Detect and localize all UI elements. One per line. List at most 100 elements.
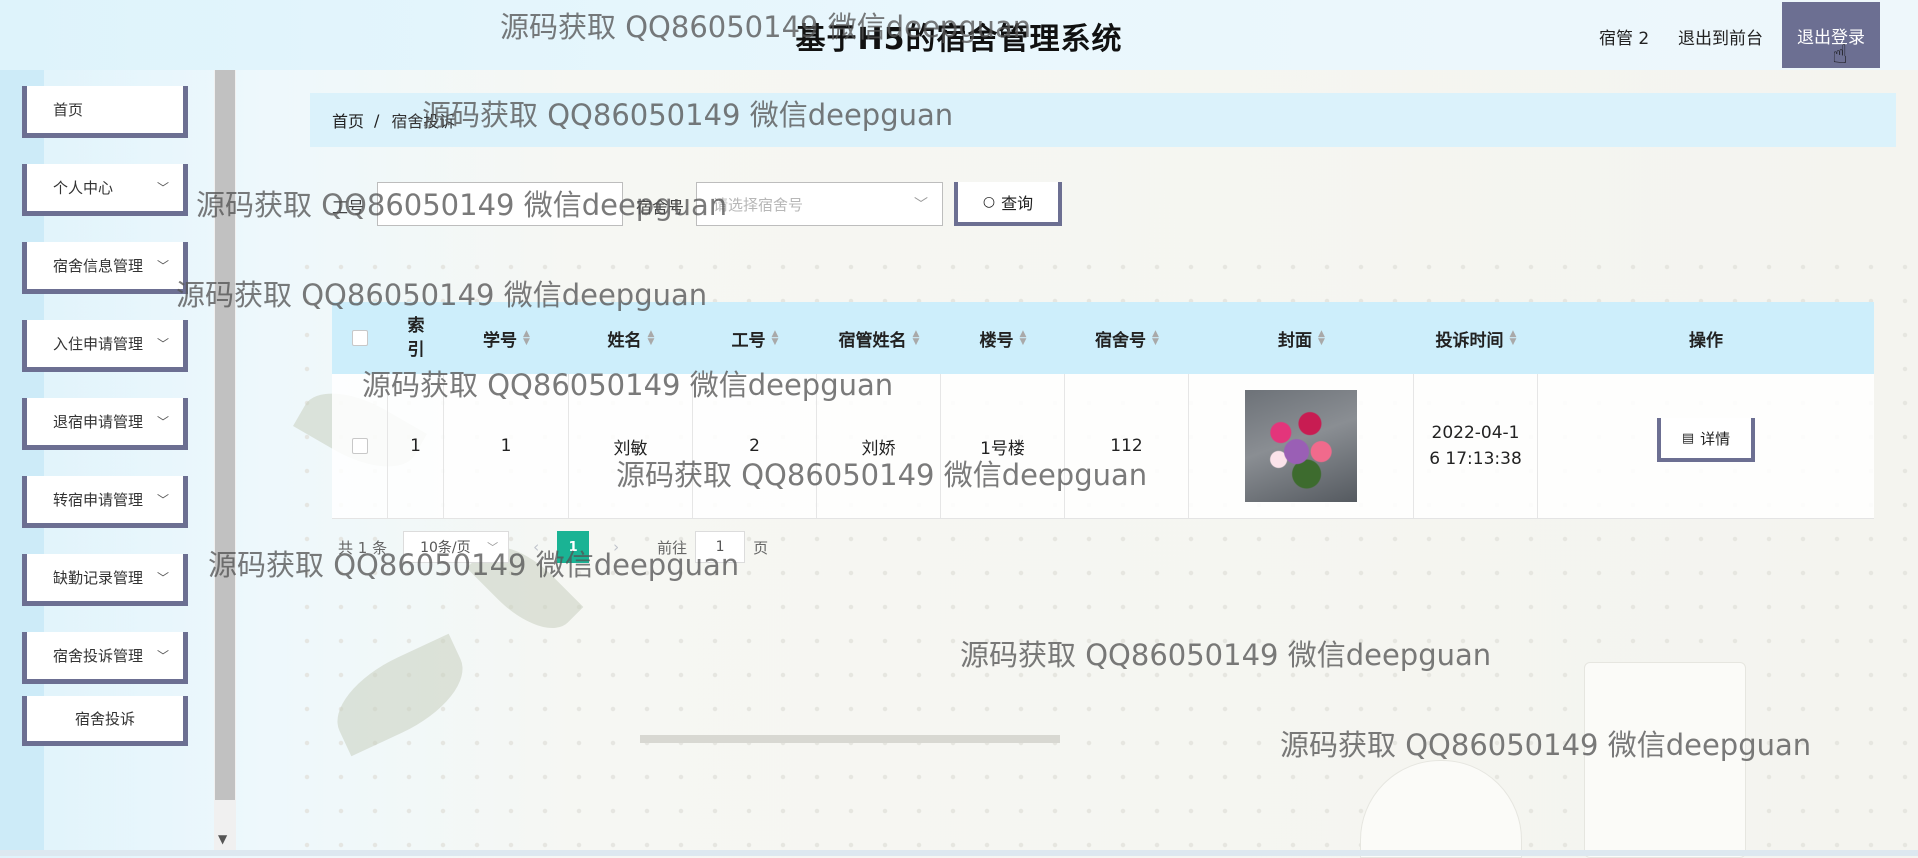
column-header-worker-no[interactable]: 工号 ▲ ▼: [693, 302, 817, 374]
column-header-action: 操作: [1538, 302, 1874, 374]
sort-icon[interactable]: ▲ ▼: [1510, 330, 1517, 347]
cover-image[interactable]: [1245, 390, 1357, 502]
cell-cover: [1189, 374, 1414, 518]
breadcrumb: 首页 / 宿舍投诉: [310, 93, 1896, 147]
cell-action: ▤ 详情: [1538, 374, 1874, 518]
cell-manager-name: 刘娇: [817, 374, 941, 518]
logout-button[interactable]: 退出登录: [1782, 2, 1880, 68]
cell-building: 1号楼: [941, 374, 1065, 518]
total-count: 共 1 条: [338, 538, 388, 557]
breadcrumb-current: 宿舍投诉: [391, 112, 456, 131]
next-page-icon[interactable]: ›: [601, 531, 631, 563]
complaint-table: 索引 学号 ▲ ▼ 姓名 ▲ ▼ 工号 ▲ ▼ 宿管姓名 ▲ ▼ 楼号 ▲ ▼ 宿舍号 ▲ ▼ 封面 ▲ ▼…: [332, 302, 1874, 519]
chevron-down-icon: ﹀: [156, 259, 169, 273]
sort-icon[interactable]: ▲ ▼: [913, 330, 920, 347]
hand-cursor-icon: ☝: [1832, 40, 1848, 70]
chevron-down-icon: ﹀: [156, 415, 169, 429]
background-bottle: [1584, 662, 1746, 858]
chevron-down-icon: ﹀: [156, 493, 169, 507]
column-header-label: 操作: [1689, 330, 1723, 351]
sidebar-item-label: 缺勤记录管理: [53, 569, 144, 587]
column-header-label: 索引: [407, 316, 425, 360]
sidebar: 首页 个人中心 ﹀ 宿舍信息管理 ﹀ 入住申请管理 ﹀ 退宿申请管理 ﹀ 转宿申…: [0, 70, 240, 856]
table-header: 索引 学号 ▲ ▼ 姓名 ▲ ▼ 工号 ▲ ▼ 宿管姓名 ▲ ▼ 楼号 ▲ ▼ 宿舍号 ▲ ▼ 封面 ▲ ▼…: [332, 302, 1874, 374]
column-header-label: 学号: [483, 330, 518, 351]
cell-room: 112: [1065, 374, 1189, 518]
exit-to-front-link[interactable]: 退出到前台: [1678, 24, 1763, 49]
bottom-bar: [0, 850, 1918, 856]
background-shelf: [640, 735, 1060, 743]
sidebar-item-label: 宿舍投诉: [74, 710, 135, 728]
column-header-cover[interactable]: 封面 ▲ ▼: [1189, 302, 1414, 374]
search-icon: ○: [982, 194, 996, 210]
search-button[interactable]: ○ 查询: [954, 182, 1062, 226]
column-header-label: 宿舍号: [1095, 330, 1147, 351]
page-number-active[interactable]: 1: [557, 531, 590, 563]
cell-index: 1: [388, 374, 444, 518]
cell-worker-no: 2: [693, 374, 817, 518]
breadcrumb-home[interactable]: 首页: [332, 108, 364, 132]
column-header-label: 宿管姓名: [838, 330, 907, 351]
worker-no-label: 工号: [332, 198, 365, 217]
column-header-name[interactable]: 姓名 ▲ ▼: [569, 302, 693, 374]
select-all-checkbox[interactable]: [352, 330, 368, 346]
user-name: 宿管 2: [1599, 29, 1650, 49]
chevron-down-icon: ﹀: [487, 541, 499, 554]
room-select-placeholder: 请选择宿舍号: [713, 195, 804, 214]
cell-name: 刘敏: [569, 374, 693, 518]
column-header-label: 工号: [731, 330, 766, 351]
cell-student-no: 1: [444, 374, 569, 518]
page-unit-label: 页: [753, 538, 769, 557]
scroll-down-arrow-icon[interactable]: ▼: [218, 832, 227, 846]
column-header-student-no[interactable]: 学号 ▲ ▼: [444, 302, 569, 374]
sidebar-item-dorm-info[interactable]: 宿舍信息管理 ﹀: [22, 242, 188, 294]
sort-icon[interactable]: ▲ ▼: [1020, 330, 1027, 347]
chevron-down-icon: ﹀: [156, 181, 169, 195]
sort-icon[interactable]: ▲ ▼: [523, 330, 530, 347]
sidebar-item-checkout[interactable]: 退宿申请管理 ﹀: [22, 398, 188, 450]
column-header-manager-name[interactable]: 宿管姓名 ▲ ▼: [817, 302, 941, 374]
column-header-label: 封面: [1278, 330, 1313, 351]
sort-icon[interactable]: ▲ ▼: [1152, 330, 1159, 347]
sidebar-item-checkin[interactable]: 入住申请管理 ﹀: [22, 320, 188, 372]
column-header-index: 索引: [388, 302, 444, 374]
page-size-value: 10条/页: [420, 540, 471, 556]
room-select[interactable]: 请选择宿舍号 ﹀: [696, 182, 943, 226]
sort-icon[interactable]: ▲ ▼: [1318, 330, 1325, 347]
sidebar-item-label: 退宿申请管理: [53, 413, 144, 431]
top-header: 基于H5的宿舍管理系统 宿管 2 退出到前台 退出登录 ☝: [0, 0, 1918, 70]
sort-icon[interactable]: ▲ ▼: [648, 330, 655, 347]
sidebar-item-home[interactable]: 首页: [22, 86, 188, 138]
sort-icon[interactable]: ▲ ▼: [772, 330, 779, 347]
row-checkbox[interactable]: [351, 438, 368, 454]
table-row: 1 1 刘敏 2 刘娇 1号楼 112 2022-04-16 17:13:38 …: [332, 374, 1874, 519]
page-size-select[interactable]: 10条/页 ﹀: [403, 531, 510, 563]
sidebar-subitem-complaint[interactable]: 宿舍投诉: [22, 696, 188, 746]
chevron-down-icon: ﹀: [156, 571, 169, 585]
sidebar-item-label: 转宿申请管理: [53, 491, 144, 509]
worker-no-input[interactable]: [377, 182, 623, 226]
sidebar-item-personal-center[interactable]: 个人中心 ﹀: [22, 164, 188, 216]
column-header-room[interactable]: 宿舍号 ▲ ▼: [1065, 302, 1189, 374]
scrollbar-thumb[interactable]: [215, 70, 235, 800]
detail-button[interactable]: ▤ 详情: [1657, 418, 1755, 462]
sidebar-item-label: 宿舍投诉管理: [53, 647, 144, 665]
document-icon: ▤: [1681, 430, 1695, 446]
pagination: 共 1 条 10条/页 ﹀ ‹ 1 › 前往 1 页: [338, 530, 768, 564]
chevron-down-icon: ﹀: [914, 197, 928, 213]
goto-page-input[interactable]: 1: [695, 531, 746, 563]
sidebar-item-transfer[interactable]: 转宿申请管理 ﹀: [22, 476, 188, 528]
sidebar-item-label: 个人中心: [53, 179, 114, 197]
prev-page-icon[interactable]: ‹: [521, 531, 551, 563]
header-checkbox-cell: [332, 302, 388, 374]
sidebar-item-label: 首页: [53, 101, 84, 119]
detail-button-label: 详情: [1700, 429, 1731, 448]
column-header-label: 投诉时间: [1435, 330, 1504, 351]
column-header-time[interactable]: 投诉时间 ▲ ▼: [1414, 302, 1538, 374]
chevron-down-icon: ﹀: [156, 649, 169, 663]
sidebar-item-absence[interactable]: 缺勤记录管理 ﹀: [22, 554, 188, 606]
column-header-building[interactable]: 楼号 ▲ ▼: [941, 302, 1065, 374]
sidebar-item-complaint-mgmt[interactable]: 宿舍投诉管理 ﹀: [22, 632, 188, 684]
row-checkbox-cell: [332, 374, 388, 518]
sidebar-item-label: 宿舍信息管理: [53, 257, 144, 275]
